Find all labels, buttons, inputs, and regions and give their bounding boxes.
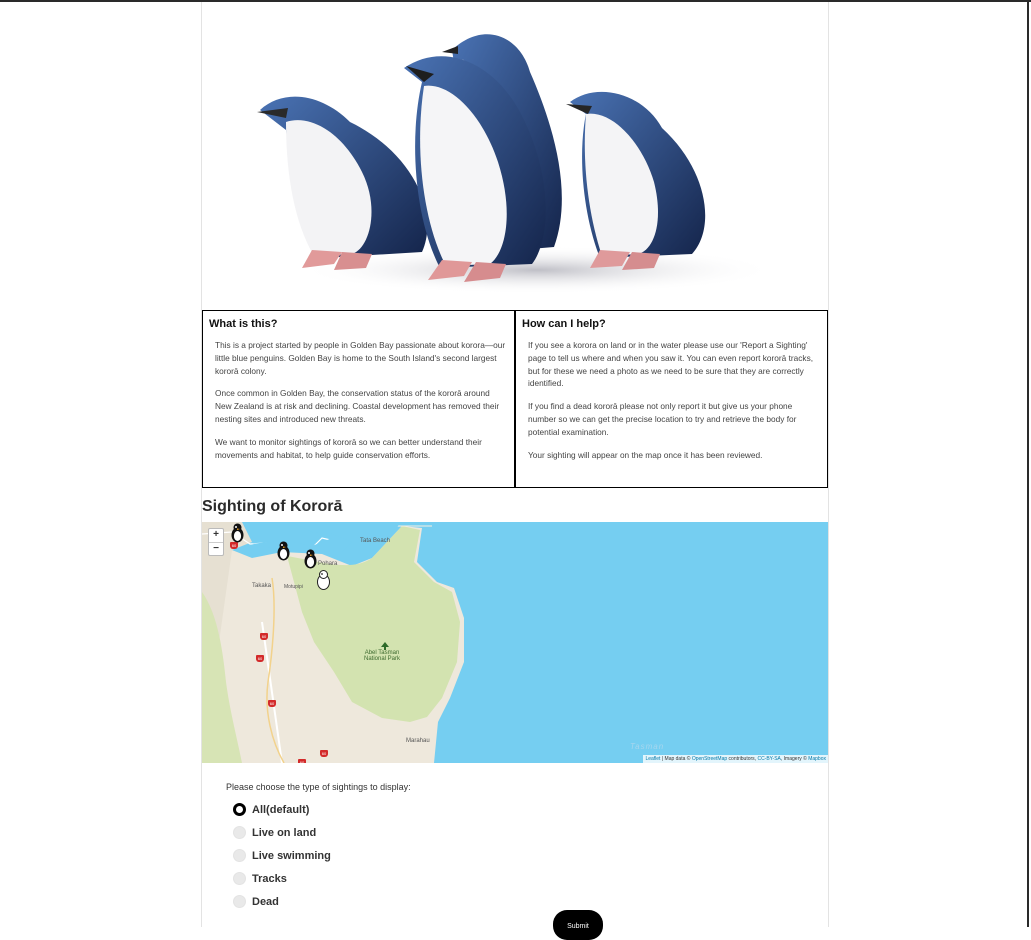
how-can-i-help-cell: How can I help? If you see a korora on l… — [514, 311, 827, 487]
highway-shield-icon: 60 — [298, 759, 306, 763]
map-zoom-control: + − — [208, 528, 224, 556]
filter-label-dead: Dead — [252, 895, 279, 908]
attribution-text-1: | Map data © — [660, 756, 692, 762]
penguins-hero-image — [257, 34, 777, 294]
filter-label-all: All(default) — [252, 803, 310, 816]
penguin-marker-icon[interactable] — [230, 523, 245, 543]
penguin-marker-icon[interactable] — [276, 541, 291, 561]
place-label-abel-tasman: Abel Tasman National Park — [364, 650, 400, 662]
filter-option-all[interactable]: All(default) — [233, 798, 411, 821]
map-attribution: Leaflet | Map data © OpenStreetMap contr… — [643, 755, 828, 763]
highway-shield-icon: 60 — [260, 633, 268, 640]
mapbox-link[interactable]: Mapbox — [808, 756, 826, 762]
filter-option-live-swimming[interactable]: Live swimming — [233, 844, 411, 867]
what-is-this-cell: What is this? This is a project started … — [203, 311, 514, 487]
sightings-map[interactable]: + − Tata Beach Pohara Takaka Motupipi Ab… — [202, 522, 828, 763]
place-label-pohara: Pohara — [318, 561, 338, 567]
filter-option-dead[interactable]: Dead — [233, 890, 411, 913]
attribution-text-3: , Imagery © — [780, 756, 809, 762]
filter-label-live-swimming: Live swimming — [252, 849, 331, 862]
filter-option-tracks[interactable]: Tracks — [233, 867, 411, 890]
attribution-text-2: contributors, — [727, 756, 758, 762]
filter-label-live-on-land: Live on land — [252, 826, 317, 839]
place-label-marahau: Marahau — [406, 738, 430, 744]
help-paragraph-2: If you find a dead kororā please not onl… — [528, 401, 797, 437]
submit-button[interactable]: Submit — [553, 910, 603, 940]
radio-tracks[interactable] — [233, 872, 246, 885]
what-is-this-heading: What is this? — [209, 318, 278, 330]
info-table: What is this? This is a project started … — [202, 310, 828, 488]
highway-shield-icon: 60 — [268, 700, 276, 707]
tree-icon — [381, 642, 389, 650]
sighting-type-filter: Please choose the type of sightings to d… — [226, 782, 411, 913]
radio-live-swimming[interactable] — [233, 849, 246, 862]
window-frame-right — [1027, 0, 1029, 927]
map-section-title: Sighting of Kororā — [202, 498, 343, 515]
radio-dead[interactable] — [233, 895, 246, 908]
license-link[interactable]: CC-BY-SA — [757, 756, 780, 762]
help-paragraph-1: If you see a korora on land or in the wa… — [528, 340, 814, 389]
filter-prompt: Please choose the type of sightings to d… — [226, 782, 411, 792]
penguin-marker-icon[interactable] — [303, 549, 318, 569]
help-paragraph-3: Your sighting will appear on the map onc… — [528, 449, 763, 460]
what-paragraph-2: Once common in Golden Bay, the conservat… — [215, 388, 500, 424]
what-paragraph-1: This is a project started by people in G… — [215, 340, 506, 376]
place-label-takaka: Takaka — [252, 583, 272, 589]
highway-shield-icon: 60 — [320, 750, 328, 757]
highway-shield-icon: 60 — [256, 655, 264, 662]
place-label-tata-beach: Tata Beach — [360, 538, 391, 544]
map-tiles — [202, 522, 828, 763]
place-label-tasman: Tasman — [630, 742, 665, 751]
penguin-outline-marker-icon[interactable] — [316, 570, 331, 590]
highway-shield-icon: 60 — [230, 542, 238, 549]
radio-all[interactable] — [233, 803, 246, 816]
zoom-in-button[interactable]: + — [209, 529, 223, 542]
leaflet-link[interactable]: Leaflet — [645, 756, 660, 762]
openstreetmap-link[interactable]: OpenStreetMap — [692, 756, 727, 762]
how-can-i-help-heading: How can I help? — [522, 318, 606, 330]
filter-option-live-on-land[interactable]: Live on land — [233, 821, 411, 844]
what-paragraph-3: We want to monitor sightings of kororā s… — [215, 436, 482, 460]
page-content: What is this? This is a project started … — [201, 2, 829, 927]
radio-live-on-land[interactable] — [233, 826, 246, 839]
zoom-out-button[interactable]: − — [209, 542, 223, 556]
park-label-line-2: National Park — [364, 656, 401, 662]
filter-label-tracks: Tracks — [252, 872, 287, 885]
place-label-motupipi: Motupipi — [284, 584, 303, 590]
